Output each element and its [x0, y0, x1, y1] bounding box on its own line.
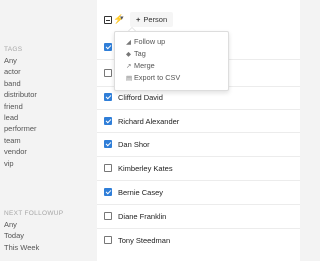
menu-item-label: Merge: [134, 61, 155, 70]
menu-item-merge[interactable]: ↗ Merge: [126, 61, 155, 71]
merge-icon: ↗: [126, 63, 132, 70]
tag-filter-performer[interactable]: performer: [4, 123, 37, 134]
followup-title: NEXT FOLLOWUP: [4, 210, 64, 217]
row-divider: [97, 180, 300, 181]
export-icon: ▤: [126, 75, 133, 82]
sidebar: TAGS Any actor band distributor friend l…: [0, 0, 97, 261]
row-checkbox[interactable]: [104, 69, 112, 77]
add-person-label: Person: [143, 15, 168, 24]
row-divider: [97, 109, 300, 110]
tag-filter-vip[interactable]: vip: [4, 158, 37, 169]
tag-filter-distributor[interactable]: distributor: [4, 89, 37, 100]
select-all-checkbox[interactable]: [104, 16, 112, 24]
tag-filter-any[interactable]: Any: [4, 55, 37, 66]
tag-filter-band[interactable]: band: [4, 78, 37, 89]
contact-row[interactable]: Bernie Casey: [104, 185, 294, 199]
tags-title: TAGS: [4, 46, 23, 53]
followup-filter-today[interactable]: Today: [4, 230, 63, 241]
followup-filter-this-week[interactable]: This Week: [4, 242, 63, 253]
row-checkbox[interactable]: [104, 117, 112, 125]
menu-item-label: Follow up: [134, 37, 166, 46]
menu-item-export-csv[interactable]: ▤ Export to CSV: [126, 73, 180, 83]
row-checkbox[interactable]: [104, 93, 112, 101]
row-checkbox[interactable]: [104, 188, 112, 196]
contact-row[interactable]: Tony Steedman: [104, 233, 294, 247]
tag-filter-lead[interactable]: lead: [4, 112, 37, 123]
row-divider: [97, 204, 300, 205]
menu-item-label: Tag: [134, 49, 146, 58]
plus-icon: +: [136, 15, 141, 24]
contact-name[interactable]: Kimberley Kates: [118, 164, 173, 173]
contact-name[interactable]: Diane Franklin: [118, 212, 166, 221]
contact-row[interactable]: Dan Shor: [104, 137, 294, 151]
follow-up-icon: ◢: [126, 39, 131, 46]
contact-name[interactable]: Dan Shor: [118, 140, 150, 149]
contact-name[interactable]: Clifford David: [118, 93, 163, 102]
menu-item-follow-up[interactable]: ◢ Follow up: [126, 37, 165, 47]
followup-section: NEXT FOLLOWUP Any Today This Week: [4, 208, 63, 253]
row-divider: [97, 156, 300, 157]
contact-row[interactable]: Clifford David: [104, 90, 294, 104]
actions-dropdown-menu: ◢ Follow up ◆ Tag ↗ Merge ▤ Export to CSV: [114, 31, 229, 91]
tag-icon: ◆: [126, 51, 131, 58]
menu-item-tag[interactable]: ◆ Tag: [126, 49, 146, 59]
row-checkbox[interactable]: [104, 43, 112, 51]
row-checkbox[interactable]: [104, 164, 112, 172]
tag-filter-vendor[interactable]: vendor: [4, 146, 37, 157]
tag-filter-team[interactable]: team: [4, 135, 37, 146]
dropdown-pointer-inner: [129, 28, 135, 31]
contact-name[interactable]: Bernie Casey: [118, 188, 163, 197]
contact-name[interactable]: Tony Steedman: [118, 236, 170, 245]
tags-section: TAGS Any actor band distributor friend l…: [4, 44, 37, 169]
chevron-down-icon[interactable]: ▾: [120, 13, 124, 25]
contact-row[interactable]: Diane Franklin: [104, 209, 294, 223]
followup-filter-any[interactable]: Any: [4, 219, 63, 230]
tag-filter-friend[interactable]: friend: [4, 101, 37, 112]
tag-filter-actor[interactable]: actor: [4, 66, 37, 77]
row-checkbox[interactable]: [104, 236, 112, 244]
row-divider: [97, 228, 300, 229]
contact-row[interactable]: Kimberley Kates: [104, 161, 294, 175]
menu-item-label: Export to CSV: [134, 73, 181, 82]
contact-name[interactable]: Richard Alexander: [118, 117, 179, 126]
contact-row[interactable]: Richard Alexander: [104, 114, 294, 128]
row-divider: [97, 132, 300, 133]
row-checkbox[interactable]: [104, 212, 112, 220]
add-person-button[interactable]: + Person: [130, 12, 174, 27]
row-checkbox[interactable]: [104, 140, 112, 148]
